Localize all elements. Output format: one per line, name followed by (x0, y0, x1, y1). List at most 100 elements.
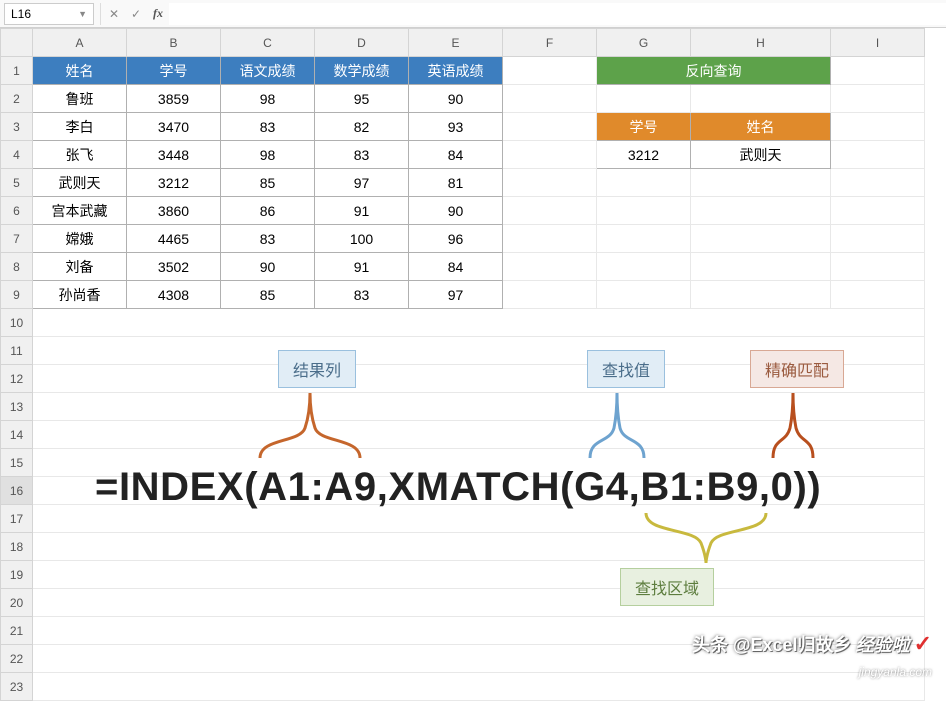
col-header-C[interactable]: C (221, 29, 315, 57)
cell[interactable]: 91 (315, 197, 409, 225)
row-header[interactable]: 21 (1, 617, 33, 645)
cell[interactable] (33, 337, 925, 365)
col-header-I[interactable]: I (831, 29, 925, 57)
cell[interactable]: 98 (221, 85, 315, 113)
row-header[interactable]: 19 (1, 561, 33, 589)
cell[interactable]: 81 (409, 169, 503, 197)
cell[interactable] (831, 85, 925, 113)
row-header[interactable]: 9 (1, 281, 33, 309)
cell[interactable]: 97 (315, 169, 409, 197)
row-header[interactable]: 8 (1, 253, 33, 281)
cell[interactable] (597, 197, 691, 225)
cell[interactable] (33, 505, 925, 533)
cell[interactable] (33, 617, 925, 645)
col-header-D[interactable]: D (315, 29, 409, 57)
cell[interactable]: 82 (315, 113, 409, 141)
cell[interactable]: 96 (409, 225, 503, 253)
cell[interactable]: 姓名 (691, 113, 831, 141)
chevron-down-icon[interactable]: ▼ (78, 9, 87, 19)
cell[interactable]: 数学成绩 (315, 57, 409, 85)
row-header[interactable]: 17 (1, 505, 33, 533)
cell[interactable] (831, 253, 925, 281)
cell[interactable] (831, 225, 925, 253)
cell[interactable]: 83 (221, 225, 315, 253)
cell[interactable]: 90 (409, 85, 503, 113)
row-header[interactable]: 12 (1, 365, 33, 393)
cell[interactable]: 4308 (127, 281, 221, 309)
cell[interactable]: 3448 (127, 141, 221, 169)
cell[interactable] (33, 365, 925, 393)
cell[interactable] (831, 281, 925, 309)
cell[interactable] (831, 113, 925, 141)
cell[interactable]: 英语成绩 (409, 57, 503, 85)
row-header[interactable]: 5 (1, 169, 33, 197)
cell[interactable] (33, 589, 925, 617)
col-header-B[interactable]: B (127, 29, 221, 57)
cell[interactable]: 4465 (127, 225, 221, 253)
row-header[interactable]: 22 (1, 645, 33, 673)
cell[interactable]: 嫦娥 (33, 225, 127, 253)
cell[interactable] (691, 253, 831, 281)
cell[interactable]: 反向查询 (597, 57, 831, 85)
cell[interactable] (597, 253, 691, 281)
col-header-F[interactable]: F (503, 29, 597, 57)
cell[interactable]: 100 (315, 225, 409, 253)
cell[interactable] (33, 533, 925, 561)
cell[interactable] (691, 225, 831, 253)
cell[interactable]: 91 (315, 253, 409, 281)
cell[interactable]: 83 (315, 141, 409, 169)
cell[interactable] (597, 85, 691, 113)
row-header[interactable]: 7 (1, 225, 33, 253)
cell[interactable]: 3212 (127, 169, 221, 197)
cell[interactable]: 84 (409, 253, 503, 281)
row-header[interactable]: 1 (1, 57, 33, 85)
cell[interactable] (503, 225, 597, 253)
row-header[interactable]: 2 (1, 85, 33, 113)
cell[interactable]: 李白 (33, 113, 127, 141)
confirm-icon[interactable]: ✓ (125, 3, 147, 25)
cell[interactable]: 学号 (597, 113, 691, 141)
cell[interactable]: 85 (221, 281, 315, 309)
cell[interactable] (33, 421, 925, 449)
row-header[interactable]: 10 (1, 309, 33, 337)
cell[interactable]: 鲁班 (33, 85, 127, 113)
row-header[interactable]: 6 (1, 197, 33, 225)
name-box[interactable]: L16 ▼ (4, 3, 94, 25)
cell[interactable]: 宫本武藏 (33, 197, 127, 225)
cell[interactable]: 97 (409, 281, 503, 309)
cell[interactable] (831, 57, 925, 85)
cell[interactable] (691, 169, 831, 197)
cell[interactable]: 83 (221, 113, 315, 141)
cell[interactable] (503, 281, 597, 309)
col-header-A[interactable]: A (33, 29, 127, 57)
cell[interactable] (597, 169, 691, 197)
cell[interactable] (831, 141, 925, 169)
cell[interactable] (831, 169, 925, 197)
cell[interactable] (33, 673, 925, 701)
row-header[interactable]: 18 (1, 533, 33, 561)
cell[interactable] (691, 85, 831, 113)
cell[interactable] (503, 141, 597, 169)
cell[interactable]: 3859 (127, 85, 221, 113)
cell[interactable] (691, 281, 831, 309)
cell[interactable] (33, 309, 925, 337)
row-header[interactable]: 23 (1, 673, 33, 701)
fx-icon[interactable]: fx (147, 3, 169, 25)
cell[interactable] (33, 645, 925, 673)
cell[interactable] (503, 85, 597, 113)
cell[interactable] (503, 57, 597, 85)
row-header[interactable]: 4 (1, 141, 33, 169)
row-header[interactable]: 3 (1, 113, 33, 141)
cell[interactable]: 姓名 (33, 57, 127, 85)
cell[interactable] (33, 449, 925, 477)
row-header[interactable]: 14 (1, 421, 33, 449)
cell[interactable]: 93 (409, 113, 503, 141)
cell[interactable] (597, 225, 691, 253)
cell[interactable] (503, 169, 597, 197)
row-header[interactable]: 13 (1, 393, 33, 421)
col-header-H[interactable]: H (691, 29, 831, 57)
cell[interactable]: 84 (409, 141, 503, 169)
row-header[interactable]: 15 (1, 449, 33, 477)
col-header-G[interactable]: G (597, 29, 691, 57)
cell[interactable]: 学号 (127, 57, 221, 85)
